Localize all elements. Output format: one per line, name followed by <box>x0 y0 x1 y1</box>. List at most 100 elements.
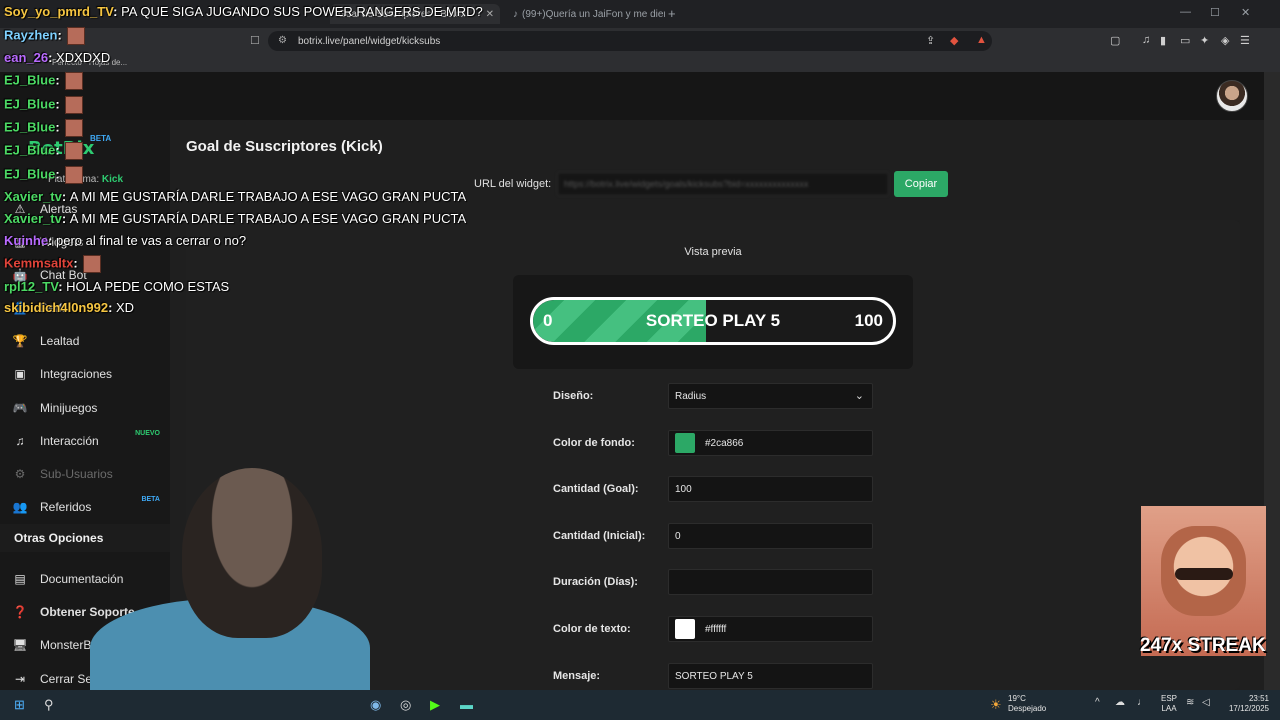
maximize-button[interactable]: ☐ <box>1210 6 1220 19</box>
volume-icon[interactable]: ◁ <box>1202 697 1210 708</box>
weather-desc: Despejado <box>1008 704 1047 713</box>
chat-username[interactable]: EJ_Blue <box>4 119 55 134</box>
rewards-icon[interactable]: ▲ <box>976 34 987 46</box>
chat-text: PA QUE SIGA JUGANDO SUS POWER RANGERS DE… <box>121 4 483 19</box>
design-select[interactable]: Radius ⌄ <box>668 383 873 409</box>
sidebar-item-referidos[interactable]: 👥 Referidos BETA <box>0 492 170 522</box>
obs-icon[interactable]: ◎ <box>400 697 411 713</box>
chevron-up-icon[interactable]: ^ <box>1095 697 1100 708</box>
gamepad-icon: 🎮 <box>12 401 28 415</box>
sidebar-item-label: Interacción <box>40 434 99 448</box>
duration-input[interactable] <box>668 569 873 595</box>
weather-widget[interactable]: 19°C Despejado <box>1008 694 1046 714</box>
chat-message: Xavier_tv: A MI ME GUSTARÍA DARLE TRABAJ… <box>4 189 466 204</box>
page-scrollbar[interactable] <box>1264 72 1280 690</box>
media-icon[interactable]: ♫ <box>1142 34 1150 46</box>
plug-icon: ▣ <box>14 367 26 381</box>
chat-message: skibidich4l0n992: XD <box>4 300 134 315</box>
initial-amount-input[interactable]: 0 <box>668 523 873 549</box>
sidebar-item-lealtad[interactable]: 🏆 Lealtad <box>0 326 170 356</box>
chat-text: XDXDXD <box>56 50 111 65</box>
browser-tab[interactable]: ♪ (99+)Quería un JaiFon y me dieron c <box>505 4 665 24</box>
goal-amount-input[interactable]: 100 <box>668 476 873 502</box>
text-color-field[interactable]: #ffffff <box>668 616 873 642</box>
clock[interactable]: 23:51 17/12/2025 <box>1224 694 1269 714</box>
sidebar-item-minijuegos[interactable]: 🎮 Minijuegos <box>0 393 170 423</box>
chat-message: EJ_Blue: <box>4 119 84 137</box>
chat-username[interactable]: Rayzhen <box>4 27 57 42</box>
network-icon[interactable]: ☁ <box>1115 697 1125 708</box>
sidebar-item-interaccion[interactable]: ♫ Interacción NUEVO <box>0 426 170 456</box>
chat-username[interactable]: Kemmsaltx <box>4 255 73 270</box>
message-input[interactable]: SORTEO PLAY 5 <box>668 663 873 689</box>
keyboard-layout: LAA <box>1161 704 1177 713</box>
new-tab-button[interactable]: + <box>668 6 676 21</box>
brave-shield-icon[interactable]: ◆ <box>950 34 958 47</box>
chat-username[interactable]: Xavier_tv <box>4 211 62 226</box>
search-icon[interactable]: ⚲ <box>44 697 54 713</box>
wallet-icon[interactable]: ▭ <box>1180 34 1190 47</box>
chat-separator: : <box>55 96 64 112</box>
chat-emote-icon <box>65 72 84 90</box>
user-avatar[interactable] <box>1216 80 1248 112</box>
chat-separator: : <box>48 233 57 248</box>
goal-amount-value: 100 <box>675 483 692 495</box>
app-icon[interactable]: ▬ <box>460 697 473 712</box>
chat-username[interactable]: skibidich4l0n992 <box>4 300 108 315</box>
bg-color-field[interactable]: #2ca866 <box>668 430 873 456</box>
chat-username[interactable]: EJ_Blue <box>4 96 55 111</box>
vpn-icon[interactable]: ◈ <box>1221 34 1229 47</box>
chat-username[interactable]: EJ_Blue <box>4 72 55 87</box>
minimize-button[interactable]: — <box>1180 6 1191 18</box>
chat-separator: : <box>61 189 70 204</box>
sidebar-toggle-icon[interactable]: ▮ <box>1160 34 1166 47</box>
mic-icon[interactable]: ♩ <box>1137 697 1147 708</box>
screen: Goal de Suscriptores - Botrix ✕ ♪ (99+)Q… <box>0 0 1280 720</box>
reader-icon[interactable]: ▢ <box>1110 34 1120 47</box>
chat-message: ean_26: XDXDXD <box>4 50 110 65</box>
goal-message: SORTEO PLAY 5 <box>645 311 781 330</box>
share-icon[interactable]: ⇪ <box>926 34 935 47</box>
language-indicator[interactable]: ESP LAA <box>1161 694 1177 714</box>
logout-icon: ⇥ <box>14 672 26 686</box>
chat-separator: : <box>58 279 67 294</box>
monitor-icon: 🖥 <box>12 638 28 652</box>
text-color-swatch[interactable] <box>675 619 695 639</box>
chat-text: HOLA PEDE COMO ESTAS <box>66 279 230 294</box>
bg-color-swatch[interactable] <box>675 433 695 453</box>
chat-username[interactable]: EJ_Blue <box>4 142 55 157</box>
docs-icon: ▤ <box>14 572 26 586</box>
bg-color-label: Color de fondo: <box>553 437 635 449</box>
sidebar-item-sub-usuarios[interactable]: ⚙ Sub-Usuarios <box>0 459 170 489</box>
users-icon: 👥 <box>12 500 28 514</box>
sidebar-item-integraciones[interactable]: ▣ Integraciones <box>0 359 170 389</box>
chat-message: EJ_Blue: <box>4 96 84 114</box>
leo-icon[interactable]: ✦ <box>1200 34 1209 47</box>
sidebar-item-documentacion[interactable]: ▤ Documentación <box>0 564 170 594</box>
chat-username[interactable]: Xavier_tv <box>4 189 62 204</box>
chat-emote-icon <box>65 119 84 137</box>
menu-icon[interactable]: ☰ <box>1240 34 1250 47</box>
chat-text: A MI ME GUSTARÍA DARLE TRABAJO A ESE VAG… <box>69 189 467 204</box>
chat-username[interactable]: Kuinhe <box>4 233 48 248</box>
chevron-down-icon: ⌄ <box>854 390 864 402</box>
wifi-icon[interactable]: ≋ <box>1186 697 1194 708</box>
kick-icon[interactable]: ▶ <box>430 697 440 713</box>
chat-message: Kemmsaltx: <box>4 255 102 273</box>
preview-box: 0 SORTEO PLAY 5 100 <box>513 275 913 369</box>
windows-start-icon[interactable]: ⊞ <box>14 697 25 713</box>
steam-icon[interactable]: ◉ <box>370 697 381 713</box>
goal-progress-bar: 0 SORTEO PLAY 5 100 <box>530 297 896 345</box>
chat-message: rpl12_TV: HOLA PEDE COMO ESTAS <box>4 279 229 294</box>
widget-url-field[interactable]: https://botrix.live/widgets/goals/kicksu… <box>557 172 889 196</box>
chat-separator: : <box>55 72 64 88</box>
chat-username[interactable]: Soy_yo_pmrd_TV <box>4 4 113 19</box>
chat-separator: : <box>55 166 64 182</box>
chat-username[interactable]: rpl12_TV <box>4 279 58 294</box>
chat-emote-icon <box>67 27 86 45</box>
close-window-button[interactable]: ✕ <box>1241 6 1250 19</box>
chat-username[interactable]: EJ_Blue <box>4 166 55 181</box>
copy-button[interactable]: Copiar <box>894 171 948 197</box>
chat-username[interactable]: ean_26 <box>4 50 48 65</box>
weather-temp: 19°C <box>1008 694 1026 703</box>
